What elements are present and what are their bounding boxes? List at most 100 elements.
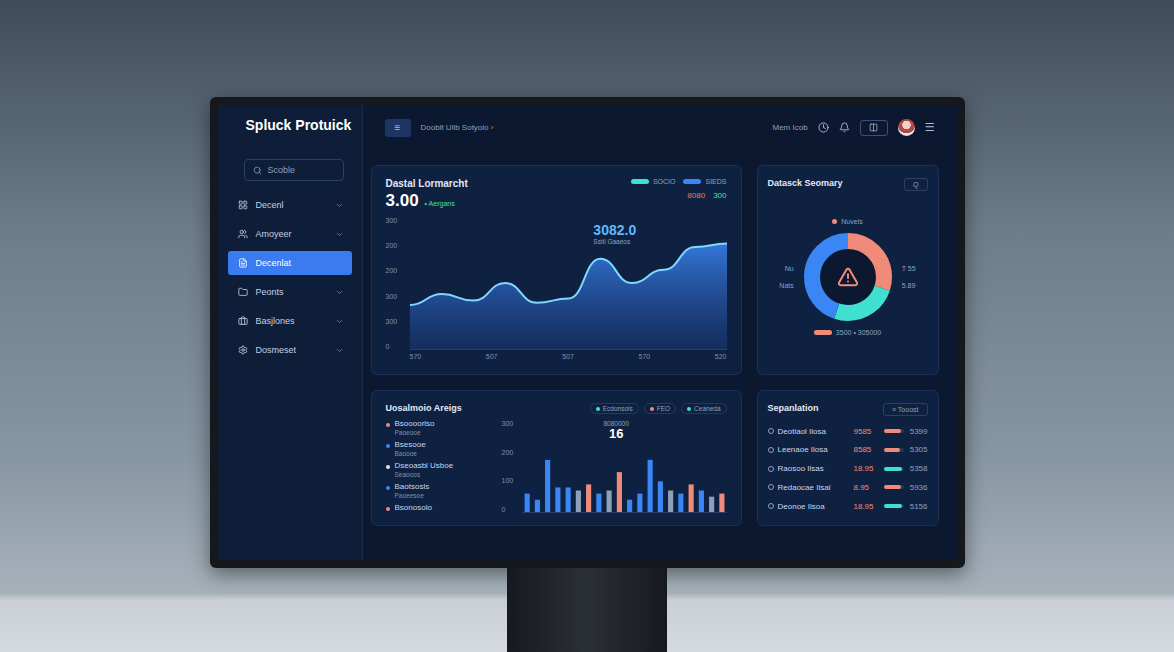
row-marker: [768, 503, 774, 509]
legend-item[interactable]: SOCIO: [631, 178, 676, 185]
row-meter: [884, 467, 904, 471]
separation-row[interactable]: Deonoe Ilsoa18.955156: [768, 499, 928, 513]
donut-segment[interactable]: [812, 241, 884, 313]
kpi-value: 3.00: [386, 191, 419, 211]
filter-button[interactable]: Q: [904, 178, 927, 191]
user-avatar[interactable]: [898, 119, 915, 136]
separation-row[interactable]: Leenaoe Ilosa85855305: [768, 443, 928, 457]
activity-item[interactable]: BaotsoslsPaoeesoe: [386, 483, 494, 499]
legend: Ecdonsols FEO Ceaneda: [590, 403, 727, 414]
bar[interactable]: [698, 491, 703, 512]
stat: 300: [713, 191, 726, 200]
item-dot: [386, 444, 390, 448]
bar[interactable]: [616, 472, 621, 512]
y-tick: 200: [386, 267, 410, 274]
legend-row: SOCIO SIEDS: [631, 178, 727, 185]
sidebar-item[interactable]: Amoyeer: [228, 222, 352, 246]
legend-pill[interactable]: FEO: [644, 403, 676, 414]
separation-row[interactable]: Redaocae Ilsal8.955936: [768, 480, 928, 494]
row-marker: [768, 466, 774, 472]
area-chart: 30020020030030003082.0Sstil Gaaeos570507…: [386, 217, 727, 362]
donut-segment[interactable]: [812, 241, 884, 313]
donut-segment[interactable]: [812, 241, 884, 313]
bar[interactable]: [534, 500, 539, 512]
sidebar-item[interactable]: Basjlones: [228, 309, 352, 333]
layout-button[interactable]: [860, 120, 888, 136]
separation-row[interactable]: Deotiaol Ilosa95855399: [768, 424, 928, 438]
bar[interactable]: [688, 484, 693, 512]
bar[interactable]: [555, 487, 560, 512]
bar[interactable]: [709, 497, 714, 512]
warning-icon: [837, 266, 859, 288]
row-marker: [768, 447, 774, 453]
legend-swatch: [814, 330, 832, 335]
legend-dot: [650, 407, 654, 411]
donut-legend: 3500 • 305000: [814, 329, 881, 336]
label-text: Nuvels: [841, 218, 862, 225]
stat: 8080: [687, 191, 705, 200]
top-link[interactable]: Mem Icob: [773, 123, 808, 132]
more-menu[interactable]: ☰: [925, 121, 935, 134]
item-subtitle: Paoeooe: [395, 429, 435, 436]
x-tick: 520: [715, 353, 727, 362]
legend-pill[interactable]: Ceaneda: [681, 403, 726, 414]
annotation-label: 8080000: [604, 420, 629, 427]
y-tick: 200: [386, 242, 410, 249]
separation-row[interactable]: Raosoo Ilsas18.955358: [768, 462, 928, 476]
bar[interactable]: [524, 494, 529, 512]
y-tick: 300: [386, 318, 410, 325]
area-line: [410, 243, 727, 305]
y-axis: 3002001000: [502, 420, 522, 513]
filter-button[interactable]: ≡ Tooost: [883, 403, 928, 416]
bar[interactable]: [719, 494, 724, 512]
row-reading: 5358: [908, 464, 928, 473]
sidebar-item[interactable]: Dosmeset: [228, 338, 352, 362]
sidebar-item[interactable]: Peonts: [228, 280, 352, 304]
bar[interactable]: [637, 494, 642, 512]
bar[interactable]: [606, 491, 611, 512]
photo-scene: Spluck Protuick Scoble Decenl Amoyeer Decenl…: [0, 0, 1174, 652]
search-placeholder: Scoble: [268, 165, 296, 175]
donut-label: Nats: [779, 282, 793, 289]
chart-annotation: 3082.0Sstil Gaaeos: [593, 223, 636, 246]
card-title: Datasck Seomary: [768, 178, 843, 188]
donut-label: Nu: [785, 265, 794, 272]
activity-item[interactable]: BsesooeBaoooe: [386, 441, 494, 457]
meter-fill: [884, 504, 902, 508]
legend-swatch: [683, 179, 701, 184]
search-field[interactable]: Scoble: [244, 159, 344, 181]
item-text: Bsonosolo: [395, 504, 432, 513]
activity-item[interactable]: Bsonosolo: [386, 504, 494, 513]
row-value: 9585: [854, 427, 880, 436]
bell-icon[interactable]: [839, 122, 850, 133]
bar[interactable]: [545, 460, 550, 512]
activity-item[interactable]: Dseoasbl UsboeSeaooos: [386, 462, 494, 478]
breadcrumb[interactable]: Dooblt Ullb Sotyolo ›: [421, 123, 494, 132]
sidebar-item[interactable]: Decenlat: [228, 251, 352, 275]
menu-button[interactable]: ≡: [385, 119, 411, 137]
app-logo[interactable]: Spluck Protuick: [228, 117, 352, 133]
bar[interactable]: [627, 500, 632, 512]
legend-label: SIEDS: [705, 178, 726, 185]
search-icon: [253, 166, 262, 175]
bar[interactable]: [668, 491, 673, 512]
legend-item[interactable]: SIEDS: [683, 178, 726, 185]
sidebar-item[interactable]: Decenl: [228, 193, 352, 217]
bar[interactable]: [586, 484, 591, 512]
item-text: BaotsoslsPaoeesoe: [395, 483, 430, 499]
bar[interactable]: [575, 491, 580, 512]
legend-swatch: [631, 179, 649, 184]
activity-item[interactable]: BsoooorlsoPaoeooe: [386, 420, 494, 436]
bar[interactable]: [657, 481, 662, 512]
donut: [800, 229, 896, 325]
kpi-delta: • Aergans: [425, 200, 455, 207]
legend-pill[interactable]: Ecdonsols: [590, 403, 639, 414]
row-name: Leenaoe Ilosa: [778, 445, 850, 454]
clock-icon[interactable]: [818, 122, 829, 133]
bar[interactable]: [678, 494, 683, 512]
plot: 808000016: [522, 420, 727, 513]
bar[interactable]: [596, 494, 601, 512]
bar[interactable]: [565, 487, 570, 512]
row-name: Redaocae Ilsal: [778, 483, 850, 492]
bar[interactable]: [647, 460, 652, 512]
